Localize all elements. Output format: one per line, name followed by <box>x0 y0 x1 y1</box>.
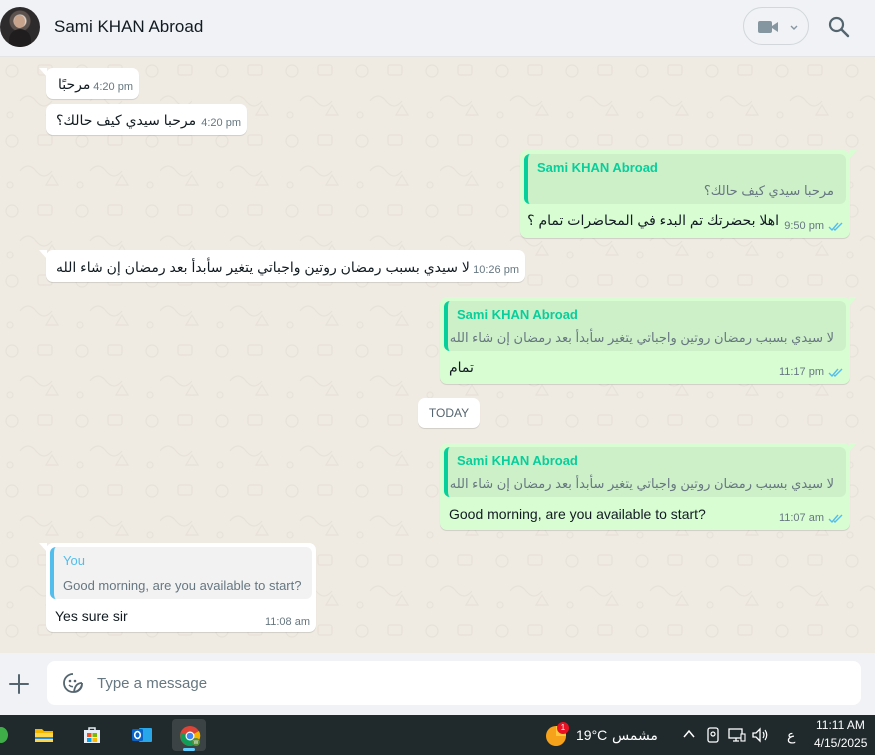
quote-author: You <box>63 553 85 568</box>
quote-author: Sami KHAN Abroad <box>457 453 578 468</box>
message-outgoing[interactable]: Sami KHAN Abroad مرحبا سيدي كيف حالك؟ اه… <box>520 150 857 238</box>
read-receipt-icon <box>828 222 843 232</box>
message-text: اهلا بحضرتك تم البدء في المحاضرات تمام ؟ <box>527 212 779 228</box>
weather-temperature[interactable]: 19°C <box>576 727 607 743</box>
read-receipt-icon <box>828 514 843 524</box>
outlook-icon <box>132 728 152 742</box>
avatar-body <box>9 29 31 47</box>
chrome-icon: W <box>180 726 201 746</box>
avatar-head <box>14 15 25 28</box>
compose-bar <box>0 653 875 715</box>
taskbar-file-explorer[interactable] <box>27 719 61 751</box>
svg-text:W: W <box>194 740 199 746</box>
message-time: 4:20 pm <box>201 117 241 129</box>
attach-button[interactable] <box>8 673 30 700</box>
weather-badge: 1 <box>557 722 569 734</box>
chevron-up-icon[interactable] <box>682 727 696 741</box>
quote-author: Sami KHAN Abroad <box>457 307 578 322</box>
bubble-tail <box>849 297 857 306</box>
avatar[interactable] <box>0 7 40 47</box>
contact-name[interactable]: Sami KHAN Abroad <box>54 17 203 37</box>
quoted-message[interactable]: Sami KHAN Abroad لا سيدي بسبب رمضان روتي… <box>444 301 846 351</box>
message-input[interactable] <box>97 661 837 705</box>
chevron-down-icon <box>790 25 798 30</box>
message-time: 11:07 am <box>778 512 824 524</box>
bubble-tail <box>849 150 857 159</box>
message-time: 10:26 pm <box>473 264 519 276</box>
message-text: مرحبًا <box>58 76 91 92</box>
input-language[interactable]: ع <box>787 727 795 744</box>
quote-text: لا سيدي بسبب رمضان روتين واجباتي يتغير س… <box>449 476 834 491</box>
message-incoming[interactable]: مرحبًا 4:20 pm <box>39 68 139 99</box>
volume-icon[interactable] <box>751 727 769 743</box>
clock-time[interactable]: 11:11 AM <box>816 718 865 732</box>
message-outgoing[interactable]: Sami KHAN Abroad لا سيدي بسبب رمضان روتي… <box>440 297 857 384</box>
taskbar-store[interactable] <box>75 719 109 751</box>
quoted-message[interactable]: Sami KHAN Abroad مرحبا سيدي كيف حالك؟ <box>524 154 846 204</box>
video-call-icon <box>758 21 798 33</box>
message-incoming[interactable]: لا سيدي بسبب رمضان روتين واجباتي يتغير س… <box>39 250 525 282</box>
quote-author: Sami KHAN Abroad <box>537 160 658 175</box>
message-text: Yes sure sir <box>55 608 128 624</box>
file-explorer-icon <box>35 729 53 742</box>
bubble-tail <box>39 68 47 77</box>
bubble-tail <box>849 443 857 452</box>
message-time: 4:20 pm <box>93 81 133 93</box>
microsoft-store-icon <box>84 727 100 743</box>
clock-date[interactable]: 4/15/2025 <box>814 736 867 750</box>
windows-taskbar: W 1 19°C مشمس ع 11:11 AM 4/15/2025 <box>0 715 875 755</box>
message-incoming[interactable]: مرحبا سيدي كيف حالك؟ 4:20 pm <box>46 104 247 135</box>
message-outgoing[interactable]: Sami KHAN Abroad لا سيدي بسبب رمضان روتي… <box>440 443 857 530</box>
message-time: 9:50 pm <box>784 220 824 232</box>
search-icon <box>828 16 850 38</box>
widgets-icon[interactable] <box>0 727 8 743</box>
search-button[interactable] <box>828 16 850 43</box>
weather-condition[interactable]: مشمس <box>612 727 658 744</box>
chat-area[interactable]: مرحبًا 4:20 pm مرحبا سيدي كيف حالك؟ 4:20… <box>0 57 875 653</box>
network-icon[interactable] <box>728 727 746 743</box>
taskbar-chrome[interactable]: W <box>172 719 206 751</box>
message-text: Good morning, are you available to start… <box>449 506 706 522</box>
message-text: مرحبا سيدي كيف حالك؟ <box>56 112 197 128</box>
message-text: لا سيدي بسبب رمضان روتين واجباتي يتغير س… <box>56 259 470 275</box>
read-receipt-icon <box>828 368 843 378</box>
bubble-tail <box>39 543 47 552</box>
message-text: تمام <box>449 359 474 375</box>
message-time: 11:17 pm <box>778 366 824 378</box>
camera-icon[interactable] <box>706 727 720 743</box>
chat-header: Sami KHAN Abroad <box>0 0 875 57</box>
quote-text: لا سيدي بسبب رمضان روتين واجباتي يتغير س… <box>449 330 834 345</box>
bubble-tail <box>39 250 47 259</box>
message-input-box[interactable] <box>47 661 861 705</box>
sticker-button[interactable] <box>62 672 84 699</box>
quote-text: مرحبا سيدي كيف حالك؟ <box>703 183 834 198</box>
video-call-button[interactable] <box>743 7 809 45</box>
quoted-message[interactable]: You Good morning, are you available to s… <box>50 547 312 599</box>
sticker-icon <box>63 673 83 693</box>
date-divider: TODAY <box>418 398 480 428</box>
taskbar-outlook[interactable] <box>124 719 158 751</box>
message-time: 11:08 am <box>264 616 310 628</box>
quoted-message[interactable]: Sami KHAN Abroad لا سيدي بسبب رمضان روتي… <box>444 447 846 497</box>
message-incoming[interactable]: You Good morning, are you available to s… <box>39 543 316 632</box>
plus-icon <box>9 674 29 694</box>
quote-text: Good morning, are you available to start… <box>63 578 302 593</box>
